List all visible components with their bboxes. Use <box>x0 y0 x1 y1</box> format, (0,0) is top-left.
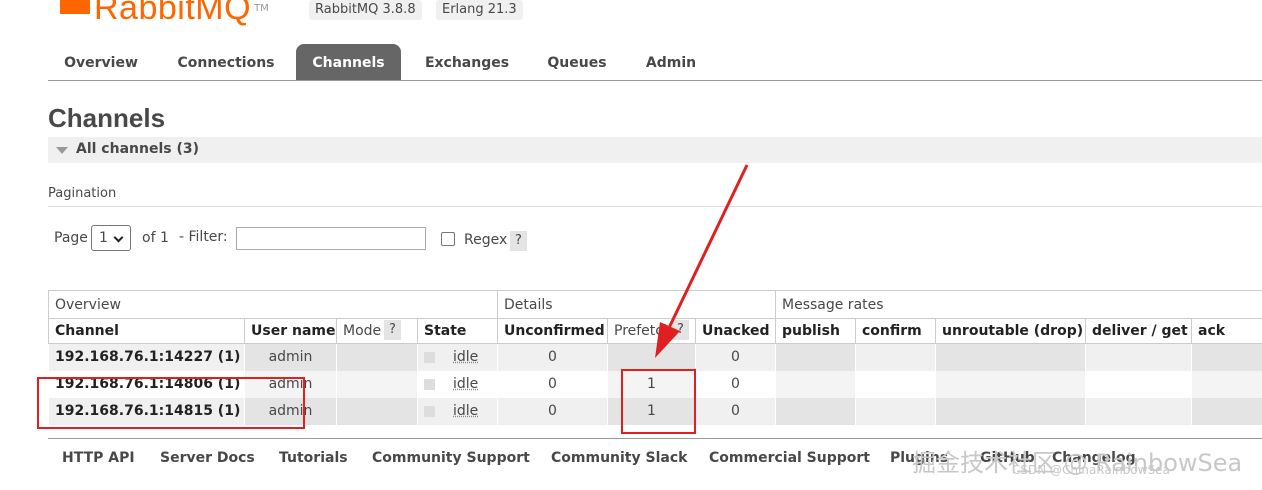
annotation-arrow <box>655 164 749 358</box>
watermark-small: CSDN @ChinaRainbowSea <box>1012 463 1170 477</box>
